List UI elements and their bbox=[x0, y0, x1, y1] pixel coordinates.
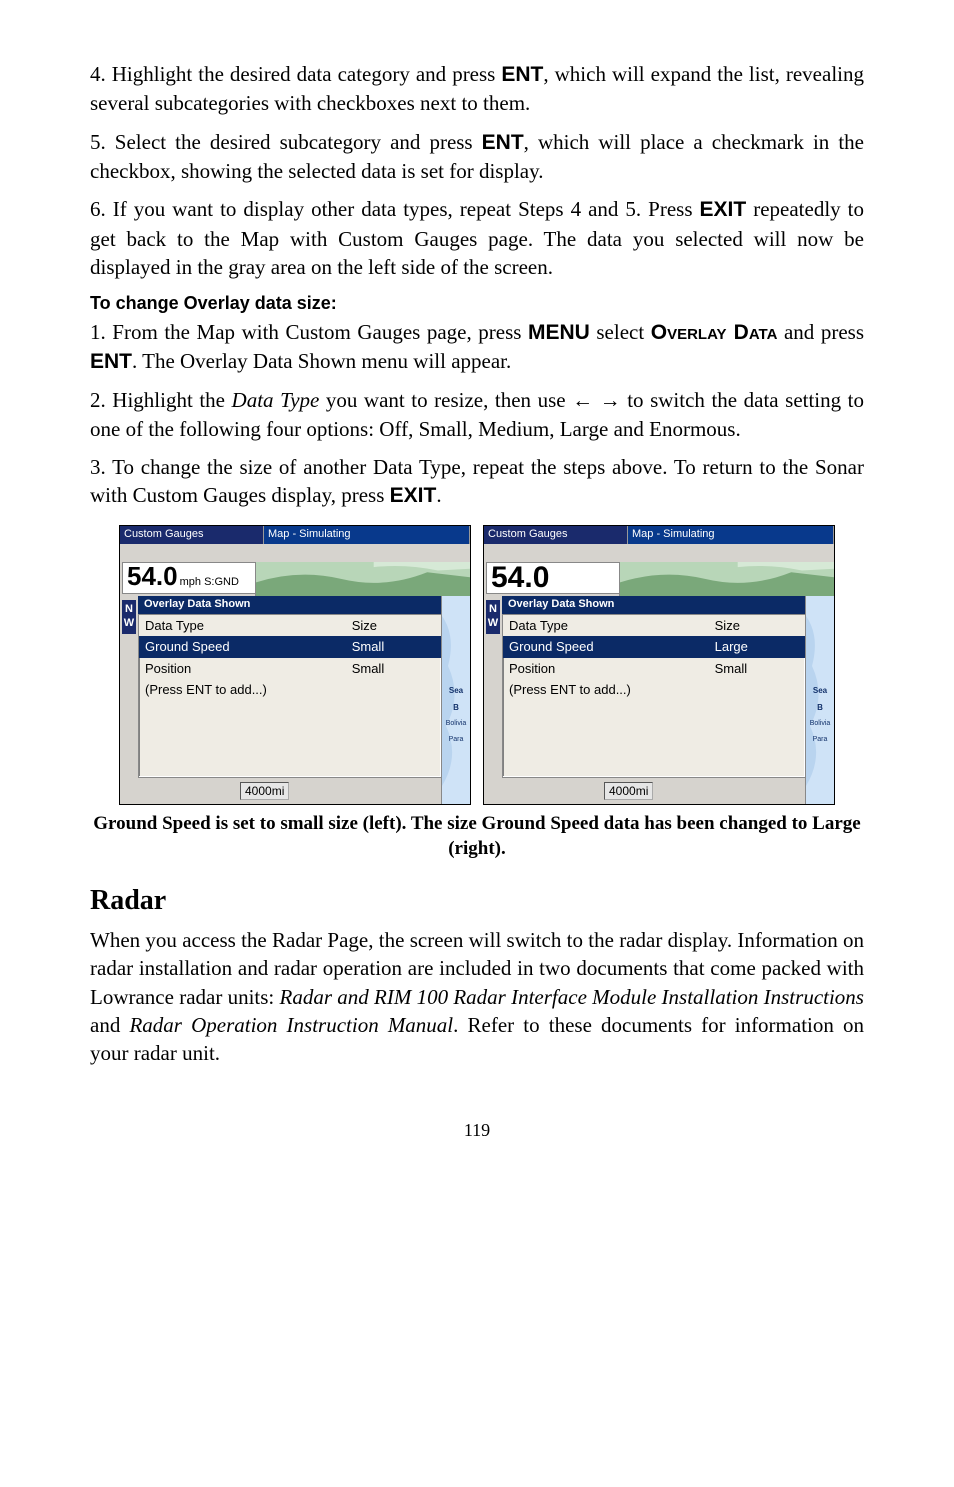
radar-body: When you access the Radar Page, the scre… bbox=[90, 926, 864, 1068]
map-label-bolivia: Bolivia bbox=[442, 719, 470, 728]
row-ground-speed[interactable]: Ground Speed Large bbox=[503, 636, 805, 658]
radar-heading: Radar bbox=[90, 882, 864, 920]
ground-speed-label: Ground Speed bbox=[139, 636, 346, 658]
position-label: Position bbox=[139, 658, 346, 680]
titlebar: Custom Gauges Map - Simulating bbox=[120, 526, 470, 544]
overlay-step-3: 3. To change the size of another Data Ty… bbox=[90, 453, 864, 511]
speed-unit: mph S:GND bbox=[180, 575, 239, 590]
map-scale: 4000mi bbox=[604, 782, 653, 800]
overlay-step-1: 1. From the Map with Custom Gauges page,… bbox=[90, 318, 864, 377]
overlay-size-heading: To change Overlay data size: bbox=[90, 291, 864, 315]
ent-key: ENT bbox=[90, 350, 132, 373]
ent-key: ENT bbox=[482, 131, 524, 154]
ground-speed-label: Ground Speed bbox=[503, 636, 709, 658]
map-label-bolivia: Bolivia bbox=[806, 719, 834, 728]
step6-text-a: 6. If you want to display other data typ… bbox=[90, 197, 700, 221]
overlay-data-shown-header: Overlay Data Shown bbox=[138, 596, 442, 614]
ent-key: ENT bbox=[501, 63, 543, 86]
speed-readout: 54.0 mph S:GND bbox=[122, 562, 262, 594]
title-left-seg: Custom Gauges bbox=[120, 526, 264, 544]
col-data-type: Data Type bbox=[503, 615, 709, 637]
speed-value: 54.0 bbox=[127, 563, 178, 589]
overlay-step-2: 2. Highlight the Data Type you want to r… bbox=[90, 386, 864, 443]
map-side-strip: Sea B Bolivia Para bbox=[805, 596, 834, 804]
row-press-ent[interactable]: (Press ENT to add...) bbox=[139, 679, 441, 701]
map-thumb bbox=[255, 562, 470, 596]
arrow-keys: ← → bbox=[572, 388, 621, 412]
row-ground-speed[interactable]: Ground Speed Small bbox=[139, 636, 441, 658]
map-label-sea: Sea bbox=[442, 686, 470, 697]
ground-speed-size: Small bbox=[346, 636, 441, 658]
overlay-table: Data Type Size Ground Speed Large Positi… bbox=[503, 615, 805, 701]
overlay-data-smallcaps: Overlay Data bbox=[651, 321, 778, 344]
screenshot-right: Custom Gauges Map - Simulating 54.0 N W … bbox=[483, 525, 835, 805]
map-thumb bbox=[619, 562, 834, 596]
map-side-strip: Sea B Bolivia Para bbox=[441, 596, 470, 804]
map-label-sea: Sea bbox=[806, 686, 834, 697]
col-data-type: Data Type bbox=[139, 615, 346, 637]
row-press-ent[interactable]: (Press ENT to add...) bbox=[503, 679, 805, 701]
step5-text-a: 5. Select the desired subcategory and pr… bbox=[90, 130, 482, 154]
exit-key: EXIT bbox=[390, 484, 437, 507]
press-ent-label: (Press ENT to add...) bbox=[503, 679, 805, 701]
compass-letters: N W bbox=[122, 600, 136, 634]
map-label-para: Para bbox=[806, 735, 834, 744]
map-label-b: B bbox=[806, 703, 834, 714]
overlay-data-shown-header: Overlay Data Shown bbox=[502, 596, 806, 614]
step-4: 4. Highlight the desired data category a… bbox=[90, 60, 864, 118]
map-label-b: B bbox=[442, 703, 470, 714]
press-ent-label: (Press ENT to add...) bbox=[139, 679, 441, 701]
map-label-para: Para bbox=[442, 735, 470, 744]
menu-key: MENU bbox=[528, 321, 590, 344]
titlebar: Custom Gauges Map - Simulating bbox=[484, 526, 834, 544]
page-number: 119 bbox=[90, 1118, 864, 1142]
col-size: Size bbox=[709, 615, 805, 637]
screenshot-left: Custom Gauges Map - Simulating 54.0 mph … bbox=[119, 525, 471, 805]
position-size: Small bbox=[709, 658, 805, 680]
step4-text-a: 4. Highlight the desired data category a… bbox=[90, 62, 501, 86]
position-size: Small bbox=[346, 658, 441, 680]
overlay-panel: Data Type Size Ground Speed Large Positi… bbox=[502, 614, 806, 778]
screenshot-caption: Ground Speed is set to small size (left)… bbox=[90, 811, 864, 862]
col-size: Size bbox=[346, 615, 441, 637]
overlay-panel: Data Type Size Ground Speed Small Positi… bbox=[138, 614, 442, 778]
title-right-seg: Map - Simulating bbox=[628, 526, 834, 544]
map-scale: 4000mi bbox=[240, 782, 289, 800]
compass-letters: N W bbox=[486, 600, 500, 634]
step-5: 5. Select the desired subcategory and pr… bbox=[90, 128, 864, 186]
exit-key: EXIT bbox=[700, 198, 747, 221]
data-type-italic: Data Type bbox=[232, 388, 320, 412]
step-6: 6. If you want to display other data typ… bbox=[90, 195, 864, 281]
speed-value: 54.0 bbox=[491, 563, 549, 593]
row-position[interactable]: Position Small bbox=[503, 658, 805, 680]
doc-ref-1: Radar and RIM 100 Radar Interface Module… bbox=[280, 985, 864, 1009]
doc-ref-2: Radar Operation Instruction Manual bbox=[129, 1013, 453, 1037]
speed-readout: 54.0 bbox=[486, 562, 626, 594]
ground-speed-size: Large bbox=[709, 636, 805, 658]
title-left-seg: Custom Gauges bbox=[484, 526, 628, 544]
title-right-seg: Map - Simulating bbox=[264, 526, 470, 544]
position-label: Position bbox=[503, 658, 709, 680]
row-position[interactable]: Position Small bbox=[139, 658, 441, 680]
screenshot-row: Custom Gauges Map - Simulating 54.0 mph … bbox=[90, 525, 864, 805]
overlay-table: Data Type Size Ground Speed Small Positi… bbox=[139, 615, 441, 701]
